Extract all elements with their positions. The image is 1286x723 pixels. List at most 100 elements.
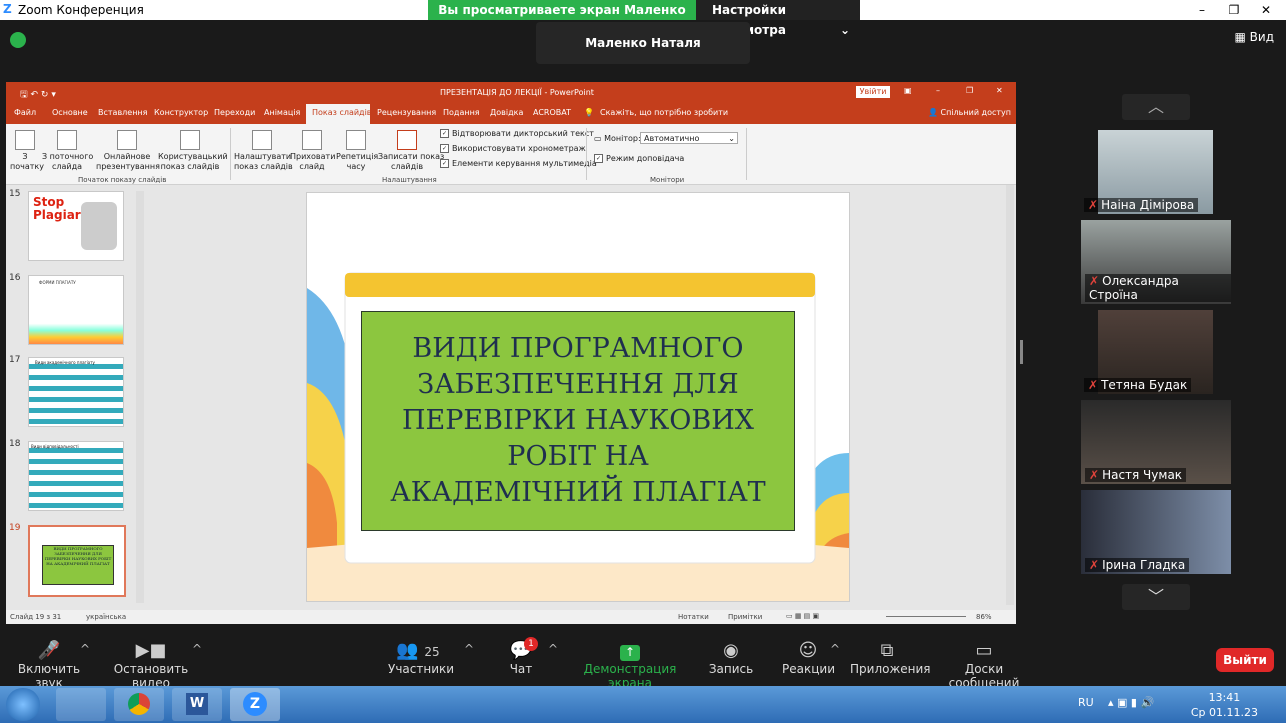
hide-slide-label: Приховати слайд [290,152,336,171]
scroll-up-button[interactable]: ︿ [1122,94,1190,120]
participant-tile[interactable]: ✗ Тетяна Будак [1084,310,1213,394]
minimize-button[interactable]: – [1186,0,1218,20]
signin-button[interactable]: Увійти [856,86,890,98]
present-online-icon [117,130,137,150]
clock[interactable]: 13:41 Ср 01.11.23 [1191,690,1258,720]
tab-view[interactable]: Подання [443,108,480,117]
share-screen-button[interactable]: ↑ Демонстрация экрана [568,640,692,690]
splitter-handle[interactable] [1020,340,1023,364]
tray-icons[interactable]: ▴ ▣ ▮ 🔊 [1108,696,1154,709]
record-icon [397,130,417,150]
presenter-mode-checkbox[interactable]: ✓ Режим доповідача [594,154,684,163]
comments-button[interactable]: Примітки [728,613,762,621]
record-show-button[interactable]: Записати показ слайдів [378,130,444,172]
reactions-button[interactable]: ☺ Реакции [782,640,835,676]
ppt-restore-button[interactable]: ❐ [966,86,973,95]
unmute-button[interactable]: 🎤̸ Включить звук [8,640,90,690]
participant-tile[interactable]: ✗ Наіна Дімірова [1084,130,1213,214]
shared-screen-powerpoint: 🖫 ↶ ↻ ▾ ПРЕЗЕНТАЦІЯ ДО ЛЕКЦІЇ - PowerPoi… [6,82,1016,624]
participants-label: Участники [388,662,455,676]
rehearse-button[interactable]: Репетиція часу [336,130,378,172]
slide-scrollbar[interactable] [1006,185,1014,605]
chrome-icon[interactable] [114,688,164,721]
quick-access-icons[interactable]: 🖫 ↶ ↻ ▾ [20,87,56,103]
monitor-select[interactable]: Автоматично ⌄ [640,132,738,144]
thumbnail-slide-16[interactable]: ФОРМИ ПЛАГІАТУ [28,275,124,345]
thumbnail-slide-15[interactable]: Stop Plagiarism [28,191,124,261]
zoom-slider[interactable] [886,616,966,617]
tab-slideshow[interactable]: Показ слайдів [312,108,372,117]
scroll-down-button[interactable]: ﹀ [1122,584,1190,610]
present-online-label: Онлайнове презентування [96,152,160,171]
chevron-up-icon[interactable]: ^ [548,642,558,656]
tab-home[interactable]: Основне [52,108,88,117]
muted-mic-icon: ✗ [1089,558,1100,572]
tab-design[interactable]: Конструктор [154,108,208,117]
timer-icon [346,130,366,150]
ppt-close-button[interactable]: ✕ [996,86,1003,95]
tab-help[interactable]: Довідка [490,108,523,117]
leave-button[interactable]: Выйти [1216,648,1274,672]
thumb-text: Види відповідальності [31,444,79,449]
apps-button[interactable]: ⧉ Приложения [850,640,931,676]
notes-button[interactable]: Нотатки [678,613,709,621]
record-button[interactable]: ◉ Запись [708,640,754,676]
whiteboards-button[interactable]: ▭ Доски сообщений [934,640,1034,690]
chevron-up-icon[interactable]: ^ [464,642,474,656]
from-beginning-button[interactable]: З початку [10,130,44,172]
view-mode-icons[interactable]: ▭ ▦ ▤ ▣ [786,612,819,620]
tell-me-input[interactable]: Скажіть, що потрібно зробити [600,108,728,117]
zoom-level[interactable]: 86% [976,613,992,621]
from-current-button[interactable]: З поточного слайда [42,130,94,172]
ribbon-display-icon[interactable]: ▣ [904,86,912,95]
security-shield-icon[interactable] [10,32,26,48]
custom-show-button[interactable]: Користувацький показ слайдів [158,130,228,172]
setup-show-button[interactable]: Налаштувати показ слайдів [234,130,293,172]
hide-slide-button[interactable]: Приховати слайд [290,130,336,172]
setup-show-label: Налаштувати показ слайдів [234,152,293,171]
start-button[interactable] [6,688,40,721]
participants-count: 25 [424,645,440,659]
from-current-label: З поточного слайда [42,152,94,171]
ppt-titlebar: 🖫 ↶ ↻ ▾ ПРЕЗЕНТАЦІЯ ДО ЛЕКЦІЇ - PowerPoi… [6,82,1016,102]
view-button[interactable]: ▦ Вид [1235,30,1274,44]
participants-button[interactable]: 👥 25 Участники [388,640,454,676]
thumbnail-slide-18[interactable]: Види відповідальності [28,441,124,511]
participant-tile[interactable]: ✗ Настя Чумак [1081,400,1231,484]
zoom-taskbar-icon[interactable]: Z [230,688,280,721]
narration-checkbox[interactable]: ✓ Відтворювати дикторський текст [440,129,594,138]
word-icon[interactable]: W [172,688,222,721]
close-button[interactable]: ✕ [1250,0,1282,20]
stop-plagiarism-image [81,202,117,250]
chevron-up-icon[interactable]: ^ [830,642,840,656]
view-settings-button[interactable]: Настройки просмотра ⌄ [696,0,860,37]
ppt-minimize-button[interactable]: – [936,86,940,95]
ribbon: З початку З поточного слайда Онлайнове п… [6,124,1016,185]
tab-review[interactable]: Рецензування [377,108,436,117]
participant-tile[interactable]: ✗ Ірина Гладка [1081,490,1231,574]
slide-title-box[interactable]: ВИДИ ПРОГРАМНОГО ЗАБЕЗПЕЧЕННЯ ДЛЯ ПЕРЕВІ… [361,311,795,531]
group-start-label: Початок показу слайдів [78,176,167,184]
file-explorer-icon[interactable] [56,688,106,721]
stop-video-button[interactable]: ▶■ Остановить видео [100,640,202,690]
tab-file[interactable]: Файл [14,108,36,117]
thumbnail-slide-17[interactable]: Види академічного плагіату [28,357,124,427]
view-label: Вид [1249,30,1274,44]
maximize-button[interactable]: ❐ [1218,0,1250,20]
tab-insert[interactable]: Вставлення [98,108,147,117]
tab-animation[interactable]: Анімація [264,108,300,117]
thumbnail-slide-19-selected[interactable]: ВИДИ ПРОГРАМНОГО ЗАБЕЗПЕЧЕННЯ ДЛЯ ПЕРЕВІ… [28,525,126,597]
media-controls-checkbox[interactable]: ✓ Елементи керування мультимедіа [440,159,597,168]
chevron-up-icon[interactable]: ^ [80,642,90,656]
chevron-up-icon[interactable]: ^ [192,642,202,656]
thumbnail-scrollbar[interactable] [136,191,144,603]
muted-mic-icon: 🎤̸ [37,640,61,661]
tab-transitions[interactable]: Переходи [214,108,255,117]
share-button[interactable]: 👤 Спільний доступ [928,108,1011,117]
present-online-button[interactable]: Онлайнове презентування [96,130,160,172]
participant-tile[interactable]: ✗ Олександра Строїна [1081,220,1231,304]
timings-checkbox[interactable]: ✓ Використовувати хронометраж [440,144,586,153]
language-indicator[interactable]: RU [1078,696,1094,709]
language-indicator[interactable]: українська [86,613,126,621]
tab-acrobat[interactable]: ACROBAT [533,108,571,117]
